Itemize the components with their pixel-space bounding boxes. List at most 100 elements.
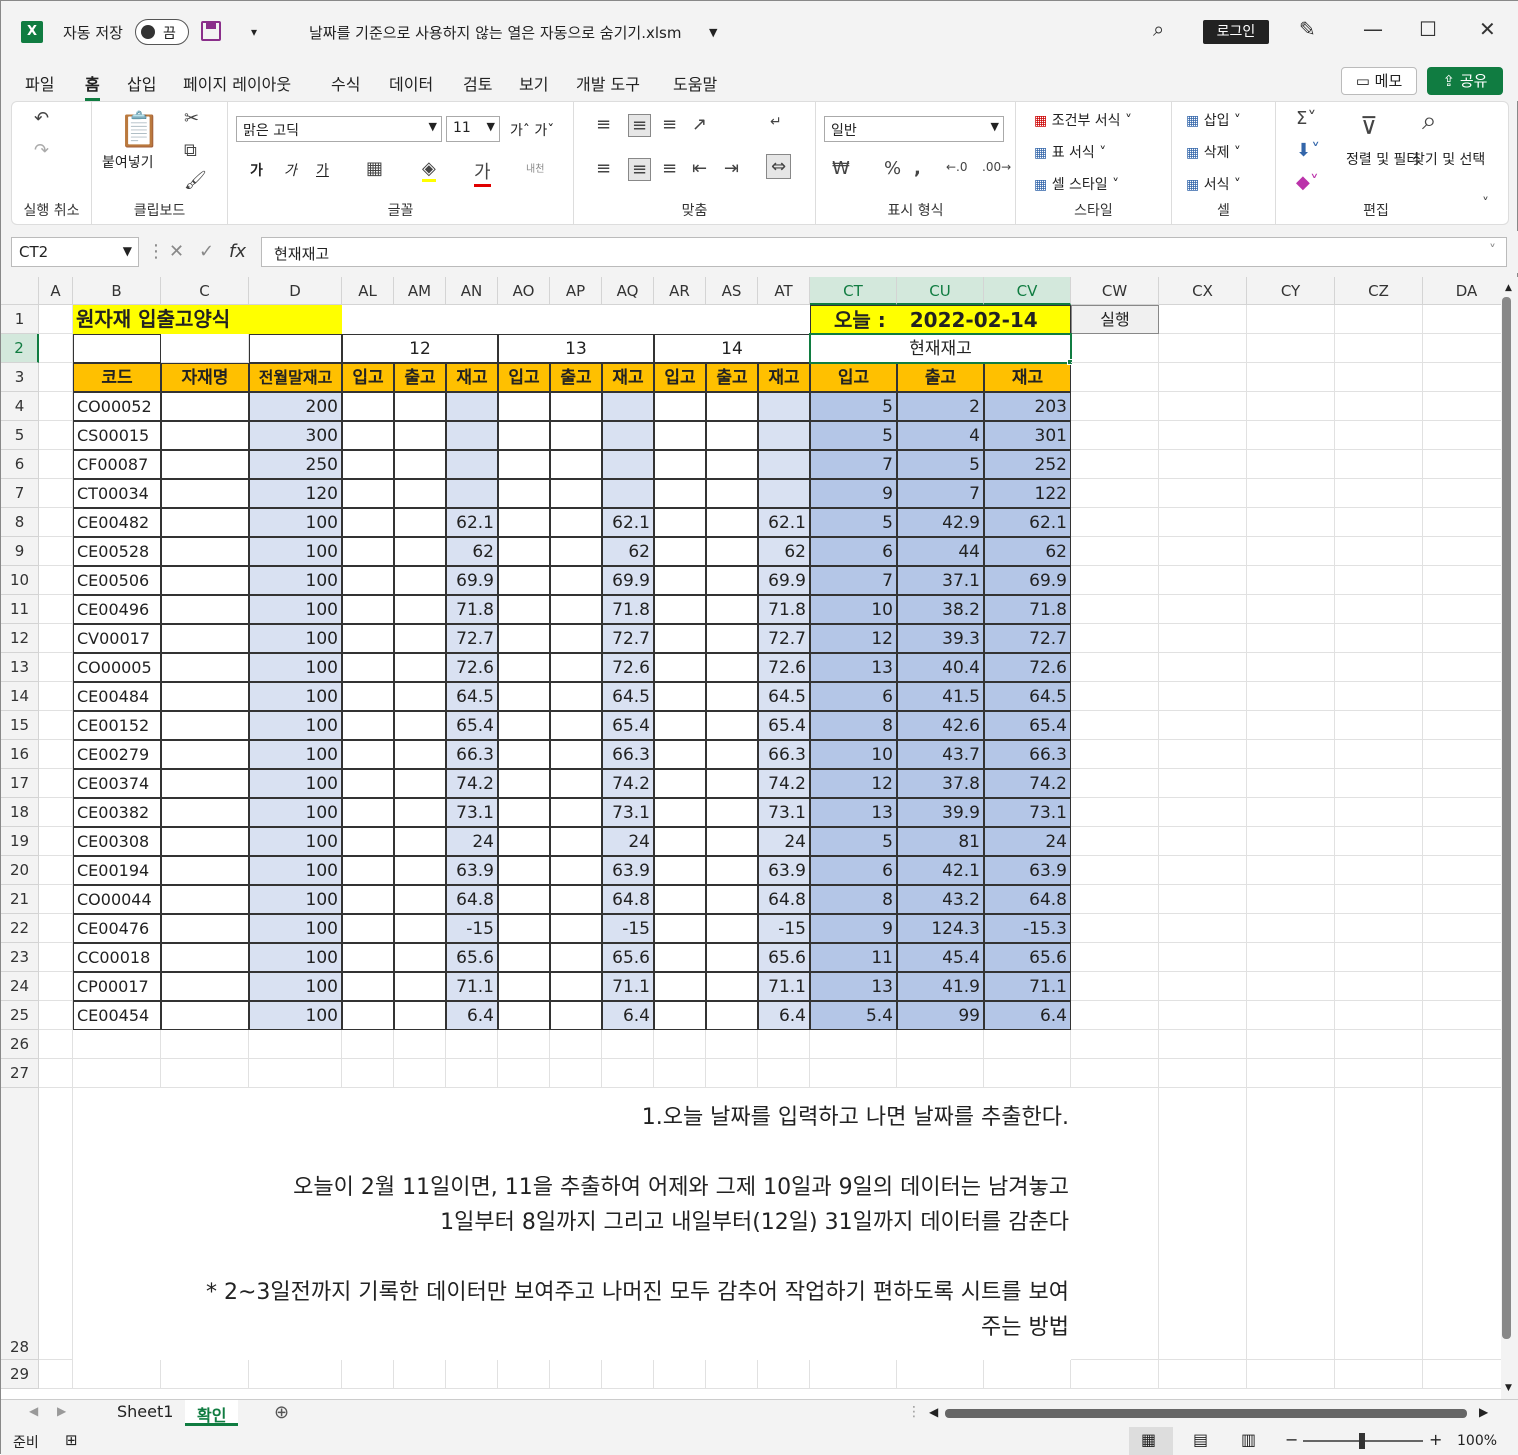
empty-cell[interactable] bbox=[1423, 885, 1501, 914]
empty-cell[interactable] bbox=[249, 1030, 342, 1059]
align-bottom-icon[interactable]: ≡ bbox=[662, 114, 677, 135]
empty-cell[interactable] bbox=[73, 1360, 161, 1389]
stock-value[interactable]: 65.6 bbox=[602, 943, 654, 972]
wrap-text-icon[interactable]: ↵ bbox=[770, 114, 782, 130]
row-header-26[interactable]: 26 bbox=[1, 1030, 39, 1059]
empty-cell[interactable] bbox=[602, 1030, 654, 1059]
in-out-value[interactable] bbox=[550, 943, 602, 972]
in-out-value[interactable] bbox=[654, 914, 706, 943]
empty-cell[interactable] bbox=[1335, 363, 1423, 392]
empty-cell[interactable] bbox=[1159, 479, 1247, 508]
empty-cell[interactable] bbox=[1423, 305, 1501, 334]
prev-month-stock[interactable]: 100 bbox=[249, 711, 342, 740]
minimize-icon[interactable]: — bbox=[1363, 17, 1383, 41]
current-out[interactable]: 40.4 bbox=[897, 653, 984, 682]
empty-cell[interactable] bbox=[39, 334, 73, 363]
empty-cell[interactable] bbox=[550, 1360, 602, 1389]
empty-cell[interactable] bbox=[39, 1059, 73, 1088]
current-in[interactable]: 5 bbox=[810, 508, 897, 537]
current-in[interactable]: 7 bbox=[810, 566, 897, 595]
empty-cell[interactable] bbox=[1071, 421, 1159, 450]
empty-cell[interactable] bbox=[1071, 740, 1159, 769]
item-name[interactable] bbox=[161, 769, 249, 798]
pen-icon[interactable]: ✎ bbox=[1299, 17, 1316, 41]
current-stock[interactable]: 65.4 bbox=[984, 711, 1071, 740]
empty-cell[interactable] bbox=[706, 1030, 758, 1059]
zoom-out-icon[interactable]: − bbox=[1285, 1430, 1298, 1449]
empty-cell[interactable] bbox=[39, 566, 73, 595]
number-format-select[interactable]: 일반 ▼ bbox=[824, 116, 1004, 142]
empty-cell[interactable] bbox=[39, 827, 73, 856]
in-out-value[interactable] bbox=[550, 508, 602, 537]
prev-month-stock[interactable]: 120 bbox=[249, 479, 342, 508]
cell-d2[interactable] bbox=[249, 334, 342, 363]
empty-cell[interactable] bbox=[1335, 711, 1423, 740]
empty-cell[interactable] bbox=[1071, 1001, 1159, 1030]
current-in[interactable]: 12 bbox=[810, 769, 897, 798]
in-out-value[interactable] bbox=[498, 769, 550, 798]
empty-cell[interactable] bbox=[1247, 682, 1335, 711]
row-header-22[interactable]: 22 bbox=[1, 914, 39, 943]
current-stock[interactable]: 71.1 bbox=[984, 972, 1071, 1001]
prev-month-stock[interactable]: 100 bbox=[249, 740, 342, 769]
empty-cell[interactable] bbox=[1071, 624, 1159, 653]
empty-cell[interactable] bbox=[1071, 798, 1159, 827]
in-out-value[interactable] bbox=[706, 769, 758, 798]
underline-button[interactable]: 가 bbox=[316, 160, 329, 180]
empty-cell[interactable] bbox=[1247, 1001, 1335, 1030]
current-in[interactable]: 5 bbox=[810, 392, 897, 421]
stock-value[interactable]: 64.8 bbox=[758, 885, 810, 914]
in-out-value[interactable] bbox=[498, 595, 550, 624]
empty-cell[interactable] bbox=[342, 1059, 394, 1088]
in-out-value[interactable] bbox=[550, 566, 602, 595]
empty-cell[interactable] bbox=[1159, 740, 1247, 769]
in-out-value[interactable] bbox=[550, 711, 602, 740]
current-stock[interactable]: 203 bbox=[984, 392, 1071, 421]
item-code[interactable]: CV00017 bbox=[73, 624, 161, 653]
empty-cell[interactable] bbox=[1071, 1059, 1159, 1088]
grow-font-button[interactable]: 가ˆ 가ˇ bbox=[510, 120, 554, 140]
in-out-value[interactable] bbox=[394, 827, 446, 856]
item-name[interactable] bbox=[161, 798, 249, 827]
empty-cell[interactable] bbox=[1335, 1059, 1423, 1088]
empty-cell[interactable] bbox=[1159, 682, 1247, 711]
current-out[interactable]: 7 bbox=[897, 479, 984, 508]
formula-input[interactable]: 현재재고 bbox=[261, 237, 1507, 267]
empty-cell[interactable] bbox=[73, 1059, 161, 1088]
empty-cell[interactable] bbox=[1247, 334, 1335, 363]
col-header-am[interactable]: AM bbox=[394, 277, 446, 305]
column-header[interactable]: 전월말재고 bbox=[249, 363, 342, 392]
stock-value[interactable]: 64.5 bbox=[602, 682, 654, 711]
today-date[interactable]: 2022-02-14 bbox=[910, 308, 1038, 332]
in-out-value[interactable] bbox=[394, 624, 446, 653]
sort-filter-button[interactable]: 정렬 및 필터 bbox=[1346, 150, 1419, 170]
stock-value[interactable]: 24 bbox=[758, 827, 810, 856]
item-name[interactable] bbox=[161, 1001, 249, 1030]
row-header-27[interactable]: 27 bbox=[1, 1059, 39, 1088]
current-in[interactable]: 13 bbox=[810, 972, 897, 1001]
current-stock[interactable]: 62.1 bbox=[984, 508, 1071, 537]
empty-cell[interactable] bbox=[39, 421, 73, 450]
stock-value[interactable]: 64.5 bbox=[446, 682, 498, 711]
current-out[interactable]: 44 bbox=[897, 537, 984, 566]
empty-cell[interactable] bbox=[1335, 1030, 1423, 1059]
find-select-button[interactable]: 찾기 및 선택 bbox=[1412, 150, 1485, 170]
empty-cell[interactable] bbox=[1159, 972, 1247, 1001]
current-out[interactable]: 5 bbox=[897, 450, 984, 479]
current-stock[interactable]: 63.9 bbox=[984, 856, 1071, 885]
in-out-value[interactable] bbox=[342, 508, 394, 537]
stock-value[interactable]: 65.4 bbox=[758, 711, 810, 740]
in-out-value[interactable] bbox=[498, 392, 550, 421]
empty-cell[interactable] bbox=[1247, 537, 1335, 566]
item-name[interactable] bbox=[161, 508, 249, 537]
empty-cell[interactable] bbox=[39, 769, 73, 798]
stock-value[interactable]: 69.9 bbox=[602, 566, 654, 595]
item-code[interactable]: CE00496 bbox=[73, 595, 161, 624]
item-code[interactable]: CE00374 bbox=[73, 769, 161, 798]
empty-cell[interactable] bbox=[758, 1059, 810, 1088]
item-name[interactable] bbox=[161, 914, 249, 943]
in-out-value[interactable] bbox=[654, 740, 706, 769]
font-size-select[interactable]: 11 ▼ bbox=[446, 116, 500, 142]
stock-value[interactable]: 6.4 bbox=[602, 1001, 654, 1030]
empty-cell[interactable] bbox=[1247, 769, 1335, 798]
